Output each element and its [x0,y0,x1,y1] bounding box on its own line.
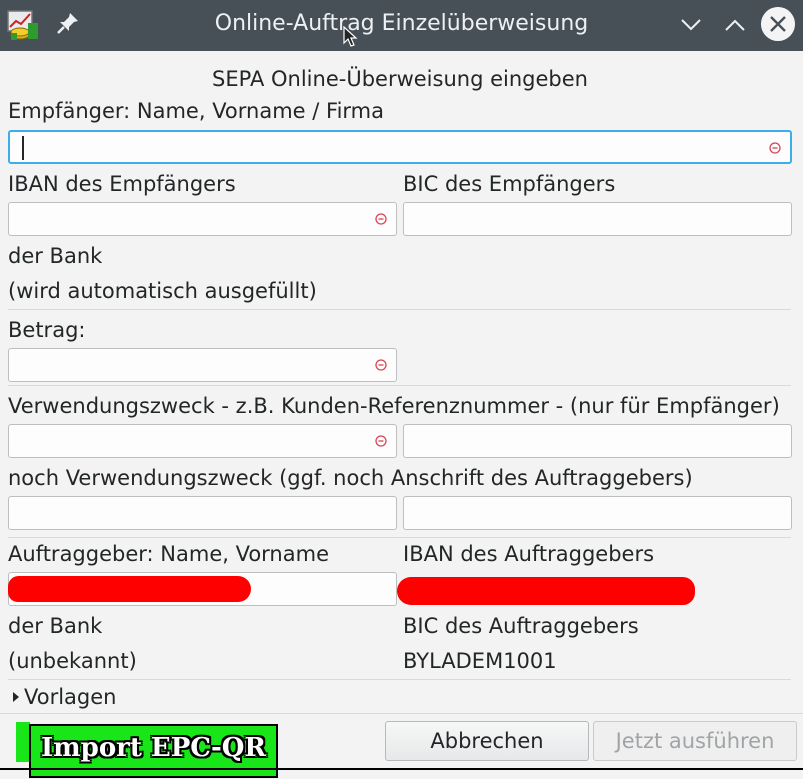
amount-label: Betrag: [8,318,86,342]
separator [8,679,791,680]
bank-value: (wird automatisch ausgefüllt) [8,279,317,303]
purpose-input-1[interactable] [8,424,397,458]
import-epc-qr-label: Import EPC-QR [40,733,267,763]
sender-bank-value: (unbekannt) [8,649,137,673]
templates-label: Vorlagen [24,685,117,709]
purpose2-label: noch Verwendungszweck (ggf. noch Anschri… [8,466,693,490]
required-clear-icon[interactable] [375,359,387,371]
bank-label: der Bank [8,244,103,268]
close-icon[interactable] [761,7,795,41]
sender-bank-label: der Bank [8,614,103,638]
bic-recipient-input[interactable] [403,202,792,236]
sender-bic-value: BYLADEM1001 [403,649,557,673]
iban-recipient-label: IBAN des Empfängers [8,172,236,196]
separator [8,309,791,310]
mouse-cursor-icon [343,26,358,47]
separator [8,385,791,386]
purpose2-input-1[interactable] [8,496,397,530]
sender-iban-label: IBAN des Auftraggebers [403,542,655,566]
cancel-button[interactable]: Abbrechen [385,721,589,761]
sender-iban-redaction [397,577,695,605]
purpose2-input-2[interactable] [403,496,792,530]
sender-label: Auftraggeber: Name, Vorname [8,542,329,566]
bottom-border [0,768,803,770]
execute-button[interactable]: Jetzt ausführen [593,721,797,761]
bic-recipient-label: BIC des Empfängers [403,172,616,196]
required-clear-icon[interactable] [769,142,781,154]
window-titlebar[interactable]: Online-Auftrag Einzelüberweisung [0,0,803,51]
separator [0,713,803,714]
import-button-edge [16,722,30,762]
required-clear-icon[interactable] [375,435,387,447]
separator [8,537,791,538]
recipient-label: Empfänger: Name, Vorname / Firma [8,99,385,123]
sender-bic-label: BIC des Auftraggebers [403,614,639,638]
purpose-input-2[interactable] [403,424,792,458]
purpose-label: Verwendungszweck - z.B. Kunden-Referenzn… [8,394,780,418]
form-heading: SEPA Online-Überweisung eingeben [212,67,588,91]
minimize-chevron-down-icon[interactable] [676,10,706,40]
recipient-name-input[interactable] [8,130,792,164]
text-caret [22,136,24,160]
maximize-chevron-up-icon[interactable] [720,10,750,40]
triangle-right-icon [13,692,19,702]
amount-input[interactable] [8,348,397,382]
sender-name-redaction [8,576,251,602]
required-clear-icon[interactable] [375,213,387,225]
iban-recipient-input[interactable] [8,202,397,236]
